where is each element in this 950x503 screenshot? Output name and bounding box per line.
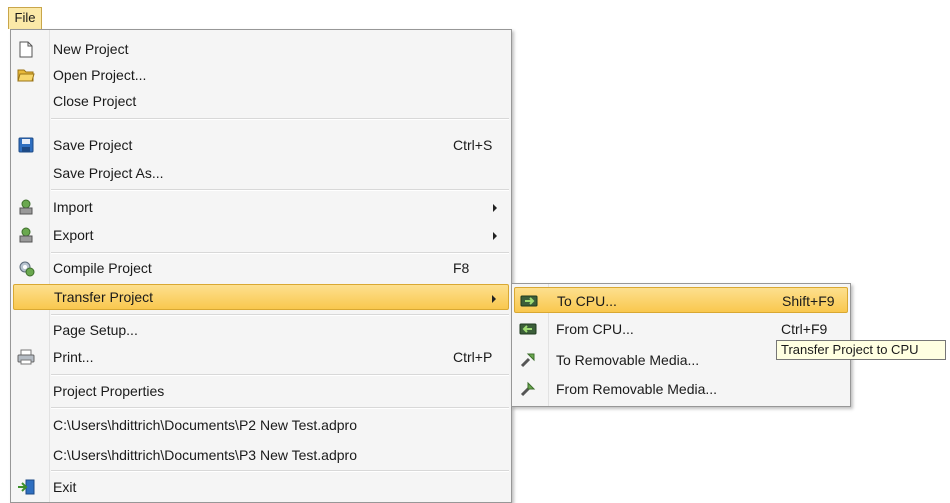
menu-item-new-project[interactable]: New Project (13, 36, 509, 62)
menu-item-save-project-as[interactable]: Save Project As... (13, 160, 509, 186)
exit-icon (17, 478, 35, 496)
new-document-icon (17, 40, 35, 58)
file-menu-label: File (14, 10, 36, 25)
submenu-item-from-removable-media[interactable]: From Removable Media... (514, 376, 848, 402)
menu-separator (51, 189, 509, 191)
from-removable-media-icon (518, 380, 538, 398)
floppy-disk-icon (17, 136, 35, 154)
menu-item-import[interactable]: Import (13, 194, 509, 220)
folder-open-icon (17, 66, 35, 84)
submenu-arrow-icon (492, 295, 496, 303)
submenu-item-to-cpu[interactable]: To CPU... Shift+F9 (514, 287, 848, 313)
menu-item-save-project[interactable]: Save Project Ctrl+S (13, 132, 509, 158)
to-removable-media-icon (518, 351, 538, 369)
menu-item-print[interactable]: Print... Ctrl+P (13, 344, 509, 370)
compile-icon (17, 259, 35, 277)
file-menu-button[interactable]: File (8, 7, 42, 29)
menu-item-project-properties[interactable]: Project Properties (13, 378, 509, 404)
to-cpu-icon (519, 292, 539, 310)
menu-separator (51, 252, 509, 254)
submenu-arrow-icon (493, 204, 497, 212)
export-icon (17, 226, 35, 244)
menu-item-close-project[interactable]: Close Project (13, 88, 509, 114)
menu-separator (51, 407, 509, 409)
menu-item-recent-file[interactable]: C:\Users\hdittrich\Documents\P3 New Test… (13, 442, 509, 468)
submenu-arrow-icon (493, 232, 497, 240)
submenu-item-from-cpu[interactable]: From CPU... Ctrl+F9 (514, 316, 848, 342)
menu-separator (51, 314, 509, 316)
menu-item-compile-project[interactable]: Compile Project F8 (13, 255, 509, 281)
printer-icon (17, 348, 35, 366)
menu-item-exit[interactable]: Exit (13, 474, 509, 500)
menu-separator (51, 374, 509, 376)
import-icon (17, 198, 35, 216)
menu-separator (51, 118, 509, 120)
menu-separator (51, 470, 509, 472)
file-menu: New Project Open Project... Close Projec… (10, 29, 512, 503)
menu-item-recent-file[interactable]: C:\Users\hdittrich\Documents\P2 New Test… (13, 412, 509, 438)
tooltip: Transfer Project to CPU (776, 340, 946, 360)
from-cpu-icon (518, 320, 538, 338)
menu-item-open-project[interactable]: Open Project... (13, 62, 509, 88)
menu-item-transfer-project[interactable]: Transfer Project (13, 284, 509, 310)
menu-item-page-setup[interactable]: Page Setup... (13, 317, 509, 343)
tooltip-text: Transfer Project to CPU (781, 342, 919, 357)
menu-item-export[interactable]: Export (13, 222, 509, 248)
